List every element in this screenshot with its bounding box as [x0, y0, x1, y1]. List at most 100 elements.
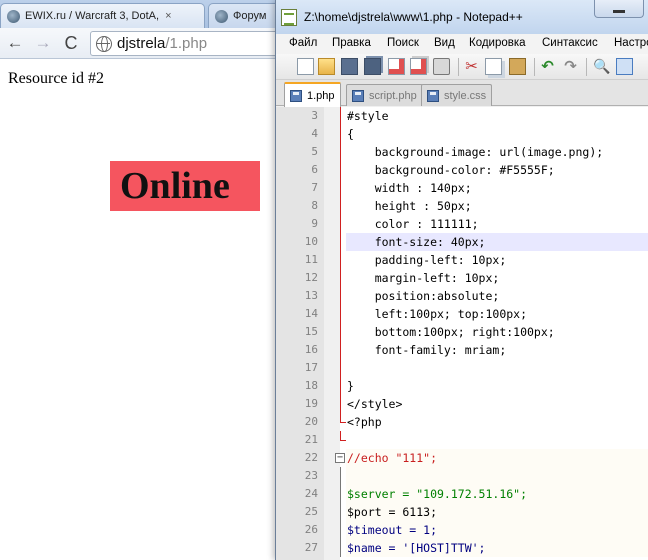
- saved-file-icon: [427, 89, 439, 102]
- file-tab-style-css[interactable]: style.css: [421, 84, 493, 106]
- paste-icon[interactable]: [509, 58, 526, 75]
- code-text: margin-left: 10px;: [347, 271, 500, 285]
- code-text: color : 111111;: [347, 217, 479, 231]
- fold-guide: [340, 395, 341, 413]
- fold-guide: [340, 287, 341, 305]
- menu-settings[interactable]: Настро: [614, 37, 648, 49]
- globe-icon: [96, 35, 112, 52]
- toolbar-separator: [586, 58, 587, 76]
- code-text: #style: [347, 109, 389, 123]
- undo-icon[interactable]: ↶: [539, 58, 556, 75]
- resource-output-text: Resource id #2: [8, 70, 104, 87]
- file-tab-1-php[interactable]: 1.php: [284, 82, 341, 107]
- code-line[interactable]: 13 position:absolute;: [276, 287, 648, 305]
- code-line[interactable]: 22 − //echo "111";: [276, 449, 648, 467]
- fold-toggle-icon[interactable]: −: [335, 453, 345, 463]
- print-icon[interactable]: [433, 58, 450, 75]
- code-text: $port = 6113;: [347, 505, 438, 519]
- code-text: font-family: mriam;: [347, 343, 507, 357]
- fold-guide: [340, 359, 341, 377]
- find-icon[interactable]: 🔍: [593, 58, 610, 75]
- code-line[interactable]: 19 </style>: [276, 395, 648, 413]
- code-line[interactable]: 25 $port = 6113;: [276, 503, 648, 521]
- open-file-icon[interactable]: [318, 58, 335, 75]
- code-line[interactable]: 6 background-color: #F5555F;: [276, 161, 648, 179]
- save-icon[interactable]: [341, 58, 358, 75]
- new-file-icon[interactable]: [297, 58, 314, 75]
- cut-icon[interactable]: ✂: [463, 58, 480, 75]
- code-line[interactable]: 24 $server = "109.172.51.16";: [276, 485, 648, 503]
- code-line[interactable]: 4 {: [276, 125, 648, 143]
- file-tab-script-php[interactable]: script.php: [346, 84, 423, 106]
- fold-guide: [340, 269, 341, 287]
- close-file-icon[interactable]: [388, 58, 405, 75]
- fold-guide: [340, 179, 341, 197]
- code-line[interactable]: 18 }: [276, 377, 648, 395]
- code-line[interactable]: 23: [276, 467, 648, 485]
- fold-guide: [340, 251, 341, 269]
- menu-view[interactable]: Вид: [434, 37, 455, 49]
- menu-syntax[interactable]: Синтаксис: [542, 37, 598, 49]
- fold-guide: [340, 197, 341, 215]
- code-text: //echo "111";: [347, 451, 438, 465]
- save-all-icon[interactable]: [364, 58, 381, 75]
- online-status-box: Online: [110, 161, 260, 211]
- code-line[interactable]: 8 height : 50px;: [276, 197, 648, 215]
- menu-edit[interactable]: Правка: [332, 37, 371, 49]
- code-text: }: [347, 379, 354, 393]
- line-number: 22: [304, 451, 318, 464]
- file-tab-label: 1.php: [307, 89, 335, 102]
- line-number: 11: [304, 253, 318, 266]
- fold-guide: [340, 215, 341, 233]
- file-tab-label: script.php: [369, 89, 417, 102]
- code-text: <?php: [347, 415, 382, 429]
- code-line[interactable]: 26 $timeout = 1;: [276, 521, 648, 539]
- toolbar-separator: [534, 58, 535, 76]
- menu-encoding[interactable]: Кодировка: [469, 37, 526, 49]
- toolbar-separator: [458, 58, 459, 76]
- fold-guide: [340, 539, 341, 557]
- code-text: background-image: url(image.png);: [347, 145, 604, 159]
- code-line[interactable]: 14 left:100px; top:100px;: [276, 305, 648, 323]
- line-number: 14: [304, 307, 318, 320]
- code-line-current[interactable]: 10 font-size: 40px;: [276, 233, 648, 251]
- reload-icon[interactable]: C: [60, 32, 82, 54]
- code-line[interactable]: 27 $name = '[HOST]TTW';: [276, 539, 648, 557]
- notepadpp-app-icon: [281, 9, 297, 26]
- menu-search[interactable]: Поиск: [387, 37, 419, 49]
- code-line[interactable]: 7 width : 140px;: [276, 179, 648, 197]
- code-line[interactable]: 16 font-family: mriam;: [276, 341, 648, 359]
- close-all-icon[interactable]: [410, 58, 427, 75]
- code-editor[interactable]: 3 #style 4 { 5 background-image: url(ima…: [276, 107, 648, 560]
- fold-guide: [340, 305, 341, 323]
- minimize-button[interactable]: [594, 0, 644, 18]
- code-line[interactable]: 20 <?php: [276, 413, 648, 431]
- code-line[interactable]: 21: [276, 431, 648, 449]
- code-line[interactable]: 12 margin-left: 10px;: [276, 269, 648, 287]
- code-text: position:absolute;: [347, 289, 500, 303]
- code-line[interactable]: 5 background-image: url(image.png);: [276, 143, 648, 161]
- toolbar: ✂ ↶ ↷ 🔍: [276, 54, 648, 80]
- code-line[interactable]: 3 #style: [276, 107, 648, 125]
- code-text: </style>: [347, 397, 403, 411]
- browser-toolbar: ← → C djstrela/1.php: [0, 28, 300, 59]
- code-line[interactable]: 11 padding-left: 10px;: [276, 251, 648, 269]
- close-tab-icon[interactable]: ×: [165, 10, 171, 22]
- back-arrow-icon[interactable]: ←: [4, 32, 26, 54]
- menu-file[interactable]: Файл: [289, 37, 317, 49]
- code-line[interactable]: 17: [276, 359, 648, 377]
- code-line[interactable]: 9 color : 111111;: [276, 215, 648, 233]
- line-number: 13: [304, 289, 318, 302]
- browser-tab-strip: EWIX.ru / Warcraft 3, DotA, × Форум: [0, 0, 290, 28]
- copy-icon[interactable]: [485, 58, 502, 75]
- address-bar[interactable]: djstrela/1.php: [90, 31, 300, 56]
- code-line[interactable]: 15 bottom:100px; right:100px;: [276, 323, 648, 341]
- fold-guide: [340, 143, 341, 161]
- replace-icon[interactable]: [616, 58, 633, 75]
- forward-arrow-icon[interactable]: →: [32, 32, 54, 54]
- browser-tab-ewix[interactable]: EWIX.ru / Warcraft 3, DotA, ×: [0, 3, 205, 28]
- fold-guide: [340, 485, 341, 503]
- site-favicon-icon: [215, 9, 228, 23]
- redo-icon[interactable]: ↷: [562, 58, 579, 75]
- window-titlebar[interactable]: Z:\home\djstrela\www\1.php - Notepad++: [276, 0, 648, 34]
